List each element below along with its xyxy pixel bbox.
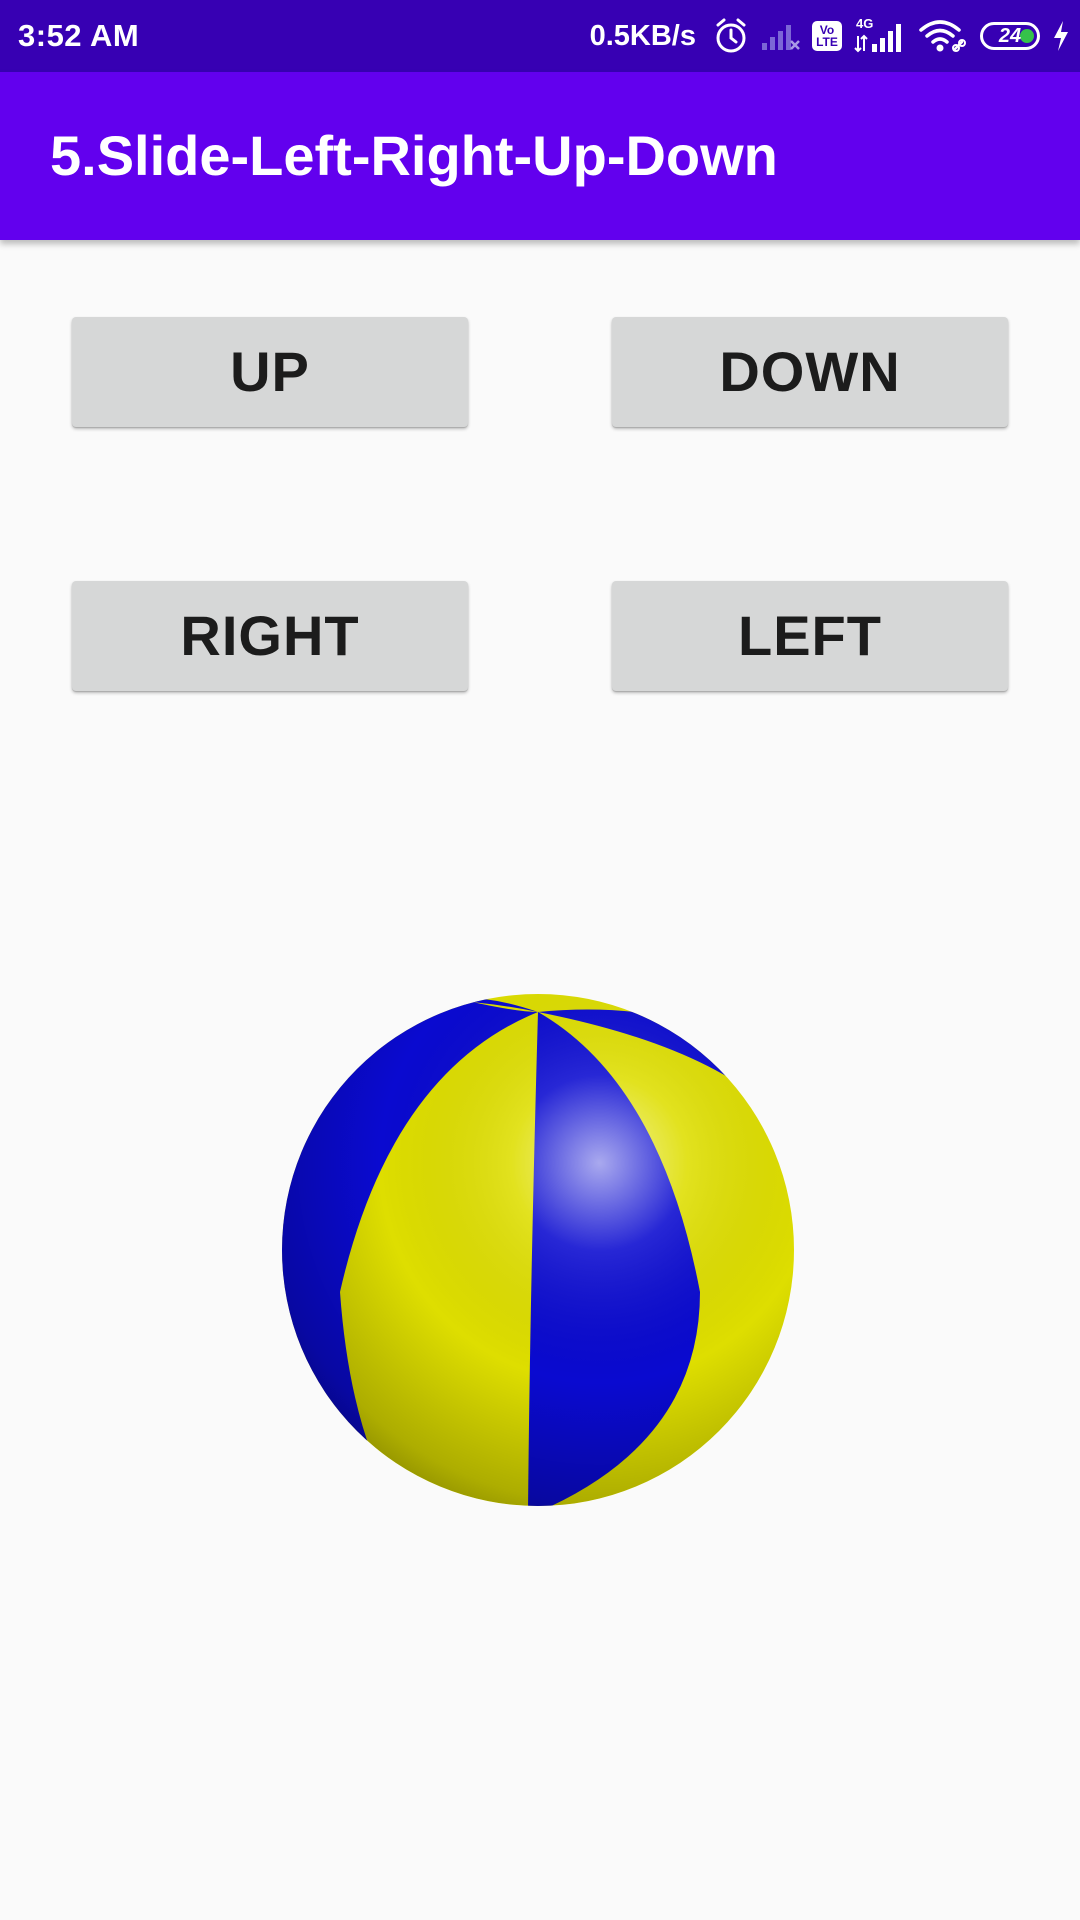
signal-x-icon (760, 21, 800, 51)
right-button[interactable]: RIGHT (72, 581, 468, 691)
up-button[interactable]: UP (72, 317, 468, 427)
down-button[interactable]: DOWN (612, 317, 1008, 427)
beach-ball-image (282, 994, 794, 1506)
left-button[interactable]: LEFT (612, 581, 1008, 691)
battery-level: 24 (998, 24, 1022, 47)
charging-icon (1052, 20, 1070, 52)
volte-label-bottom: LTE (816, 35, 838, 49)
battery-charge-dot (1020, 29, 1034, 43)
status-bar: 3:52 AM 0.5KB/s Vo LTE 4G 24 (0, 0, 1080, 72)
network-speed: 0.5KB/s (589, 19, 696, 52)
app-title: 5.Slide-Left-Right-Up-Down (50, 124, 778, 187)
status-icons: 0.5KB/s Vo LTE 4G 24 (590, 0, 1070, 72)
status-time: 3:52 AM (18, 18, 140, 53)
battery-icon: 24 (980, 22, 1040, 50)
app-bar: 5.Slide-Left-Right-Up-Down (0, 72, 1080, 240)
wifi-icon (918, 18, 968, 54)
alarm-icon (714, 18, 748, 54)
signal-icon: 4G (854, 16, 906, 54)
volte-icon: Vo LTE (812, 21, 842, 51)
